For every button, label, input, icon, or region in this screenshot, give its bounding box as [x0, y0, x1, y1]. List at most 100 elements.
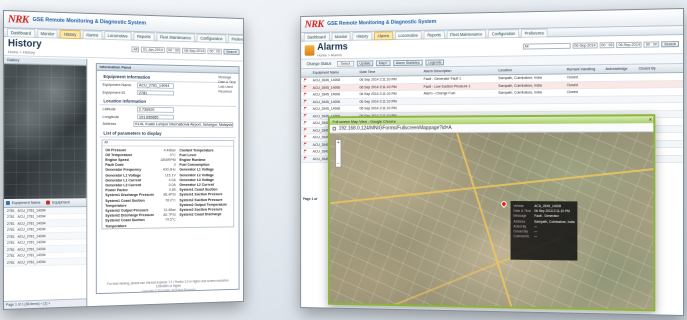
menu-item-dashboard[interactable]: Dashboard [303, 32, 330, 42]
equipment-name-cell: ACU_2781_14094 [17, 253, 46, 258]
to-time-input[interactable]: 00 : 00 [643, 41, 660, 48]
to-time-input[interactable]: 00 : 00 [207, 48, 222, 55]
red-flag-icon [304, 107, 307, 111]
alarm-flag-cell [301, 107, 310, 112]
red-flag-icon [304, 78, 307, 82]
change-status-select[interactable]: - Select - [336, 60, 355, 67]
grid-column-equipment-name[interactable]: Equipment Name [12, 201, 41, 205]
from-time-input[interactable]: 00 : 00 [599, 42, 615, 49]
gallery-map-image[interactable] [3, 64, 87, 199]
menu-item-preference[interactable]: Preference [227, 34, 244, 44]
alarm-column-header[interactable]: Equipment Name [310, 70, 357, 75]
menu-item-fleet-maintenance[interactable]: Fleet Maintenance [446, 29, 487, 39]
menu-item-configuration[interactable]: Configuration [196, 33, 227, 43]
alarm-column-header[interactable]: Remark Handling [564, 67, 603, 71]
page-icon [332, 126, 337, 131]
menu-item-locomotive[interactable]: Locomotive [394, 30, 422, 40]
to-date-input[interactable]: 06-Sep-2014 [182, 47, 206, 55]
menu-item-reports[interactable]: Reports [133, 31, 155, 41]
equipment-select[interactable]: All [131, 46, 140, 53]
equipment-name-cell: ACU_2781_14094 [17, 214, 46, 220]
zoom-in-button[interactable]: + [337, 140, 340, 146]
road-line [456, 132, 514, 310]
table-row[interactable]: 2781 ACU_2781_14094 [3, 258, 87, 267]
menu-item-monitor[interactable]: Monitor [331, 31, 351, 41]
red-flag-icon [304, 128, 307, 132]
alarm-datetime-cell: 06 Sep 2014 2:11:10 PM [359, 84, 397, 90]
map-button[interactable]: Map? [376, 59, 391, 66]
legends-button[interactable]: Legends [425, 58, 445, 66]
location-marker-icon[interactable] [499, 199, 508, 209]
to-date-input[interactable]: 06-Sep-2014 [616, 41, 642, 49]
red-flag-icon [304, 121, 307, 125]
history-window: NRK GSE Remote Monitoring & Diagnostic S… [3, 10, 244, 310]
menu-item-dashboard[interactable]: Dashboard [6, 27, 35, 38]
from-date-input[interactable]: 01-Jan-2014 [141, 46, 165, 54]
equipment-name-cell: ACU_2781_14094 [17, 234, 46, 239]
menu-item-reports[interactable]: Reports [423, 29, 445, 40]
alarm-description-cell: Alarm - Change Fuel [423, 91, 456, 96]
search-button[interactable]: Search [661, 41, 680, 48]
alarm-flag-cell [301, 114, 310, 119]
app-title: GSE Remote Monitoring & Diagnostic Syste… [32, 16, 147, 27]
longitude-label: Longitude [102, 113, 119, 119]
breadcrumb: Home > Alarms [317, 52, 342, 58]
update-button[interactable]: Update [356, 60, 374, 66]
alarm-column-header[interactable]: Date Time [357, 70, 410, 75]
parameter-value: 78.0°C [165, 197, 176, 202]
alarm-column-header[interactable]: Alarm Description [421, 68, 496, 73]
side-messages: Message Date & Time Last Used Received [218, 75, 236, 94]
alarm-flag-cell [301, 149, 310, 154]
alarm-column-header[interactable]: Location [495, 68, 563, 73]
equipment-id-cell: 2781 [6, 208, 15, 213]
menu-item-history[interactable]: History [352, 31, 372, 41]
brand-logo: NRK [304, 18, 324, 31]
satellite-map[interactable]: + − Vehicle ACU_2845_14008 Date & Time 06 S… [329, 132, 654, 310]
search-button[interactable]: Search [223, 48, 240, 55]
latitude-label: Latitude [102, 106, 116, 112]
gallery-pane: Gallery [3, 57, 88, 199]
equipment-name-cell: ACU_2781_14094 [17, 246, 46, 252]
alarm-remark-cell: Closed [566, 90, 578, 95]
close-icon[interactable]: ✕ [647, 117, 653, 123]
map-zoom-control[interactable]: + − [335, 139, 342, 168]
red-flag-icon [304, 93, 307, 97]
alarm-pager[interactable]: Page 1 of [303, 197, 317, 201]
equipment-id-cell: 2781 [6, 228, 15, 233]
menu-item-monitor[interactable]: Monitor [36, 28, 59, 39]
menu-item-alarms[interactable]: Alarms [373, 30, 393, 40]
from-date-input[interactable]: 06-Sep-2014 [572, 42, 598, 49]
alarm-location-cell [495, 107, 563, 108]
grid-pager[interactable]: Page 1 of 1 (38 items) < [1] > [3, 298, 87, 309]
alarm-column-header[interactable]: Acknowledge [603, 67, 636, 71]
grid-rows: 2781 ACU_2781_14094 2781 ACU_2781_14094 2781… [3, 207, 87, 267]
alarm-datetime-cell: 06 Sep 2014 2:11:10 PM [359, 92, 397, 97]
alarm-description-cell: Fault - Low Suction Pressure 1 [423, 84, 471, 89]
equipment-select[interactable]: All [522, 42, 571, 50]
alarm-column-header[interactable]: Closed By [636, 66, 675, 70]
popup-url[interactable]: 192.168.0.124/MNIGForms/FullscreenMappag… [339, 125, 452, 131]
red-flag-icon [304, 157, 307, 161]
grid-column-equipment[interactable]: Equipment [52, 200, 69, 204]
popup-title: Full screen Map View - Google Chrome [332, 118, 396, 124]
zoom-out-button[interactable]: − [337, 161, 340, 167]
alarm-remark-cell: Closed [566, 82, 578, 87]
equipment-id-cell: 2781 [6, 221, 15, 226]
menu-item-preference[interactable]: Preference [520, 28, 549, 38]
alarm-statistics-button[interactable]: Alarm Statistics [392, 59, 423, 66]
alarm-location-cell: Sampath, Coimbatore, India [498, 90, 542, 95]
equipment-id-cell: 2781 [6, 260, 15, 265]
menu-item-configuration[interactable]: Configuration [487, 28, 520, 38]
menu-item-alarms[interactable]: Alarms [82, 29, 103, 40]
menu-item-locomotive[interactable]: Locomotive [103, 30, 132, 41]
menu-item-fleet-maintenance[interactable]: Fleet Maintenance [156, 32, 195, 42]
parameters-section-title: List of parameters to display [99, 127, 236, 138]
alarm-equipment-cell: ACU_2845_14008 [312, 106, 341, 111]
from-time-input[interactable]: 00 : 00 [166, 47, 181, 54]
red-flag-icon [304, 114, 307, 118]
menu-item-history[interactable]: History [60, 29, 81, 39]
map-info-box: Vehicle ACU_2845_14008 Date & Time 06 Sep 2… [510, 201, 578, 261]
alarm-datetime-cell: 06 Sep 2014 2:11:10 PM [359, 77, 397, 82]
alarm-remark-cell: Closed [566, 75, 578, 80]
road-line [330, 167, 654, 205]
